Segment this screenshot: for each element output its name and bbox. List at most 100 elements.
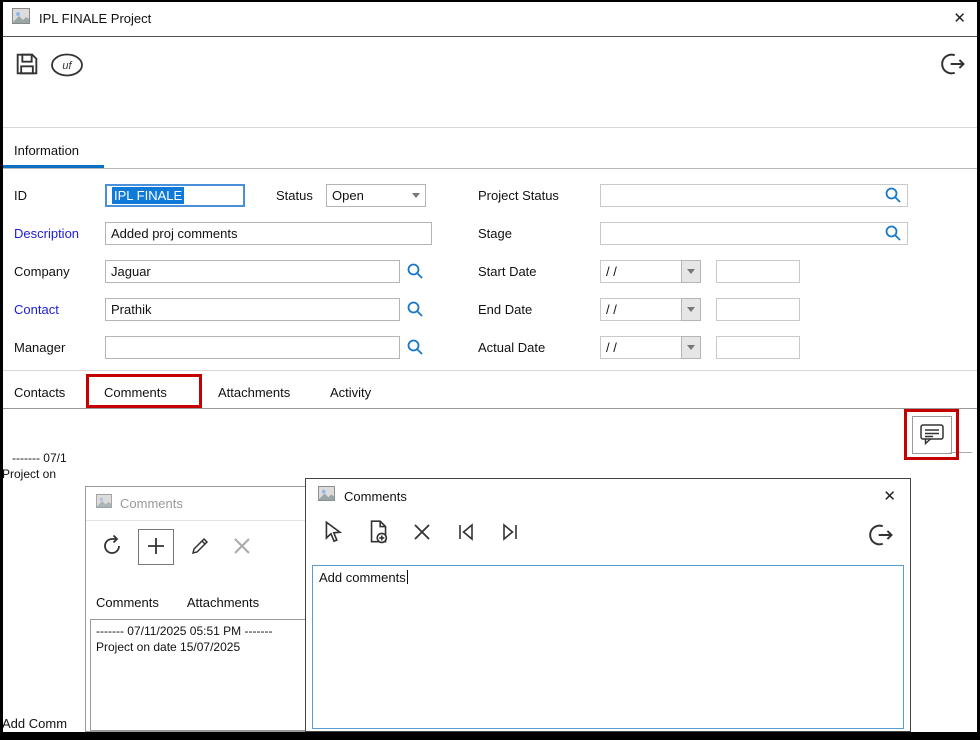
tab-attachments[interactable]: Attachments	[187, 595, 259, 610]
uf-icon: uf	[48, 51, 86, 82]
contact-lookup-button[interactable]	[404, 299, 426, 321]
dialog-title: Comments	[120, 496, 183, 511]
actual-date-dropdown-button[interactable]	[681, 336, 701, 359]
window-title: IPL FINALE Project	[39, 11, 151, 26]
tab-attachments[interactable]: Attachments	[218, 385, 290, 400]
uf-button[interactable]: uf	[48, 52, 86, 80]
nav-last-icon	[497, 520, 523, 547]
start-date-label: Start Date	[478, 264, 537, 279]
tab-comments[interactable]: Comments	[96, 595, 159, 610]
speech-bubble-icon	[919, 422, 945, 449]
add-comment-button[interactable]	[912, 416, 952, 454]
exit-icon	[939, 50, 967, 81]
end-date-label: End Date	[478, 302, 532, 317]
comment-partial-text: Add Comm	[2, 716, 67, 731]
manager-lookup-button[interactable]	[404, 337, 426, 359]
search-icon	[884, 224, 902, 245]
edit-button[interactable]	[184, 531, 216, 563]
contact-label: Contact	[14, 302, 59, 317]
window-image-icon	[12, 8, 30, 29]
status-dropdown[interactable]: Open	[326, 184, 426, 207]
window-image-icon	[318, 486, 335, 506]
close-icon[interactable]: ✕	[883, 487, 896, 505]
stage-label: Stage	[478, 226, 512, 241]
project-status-field[interactable]	[600, 184, 908, 207]
status-label: Status	[276, 188, 313, 203]
add-button[interactable]	[138, 529, 174, 565]
new-record-button[interactable]	[362, 517, 394, 549]
start-date-dropdown-button[interactable]	[681, 260, 701, 283]
comment-partial-text: ------- 07/1	[12, 451, 67, 465]
app-window: IPL FINALE Project ✕ uf Information ID I…	[0, 0, 980, 740]
dialog-tabs: Comments Attachments	[96, 595, 259, 610]
nav-first-icon	[453, 520, 479, 547]
chevron-down-icon	[687, 307, 695, 312]
exit-button[interactable]	[938, 50, 968, 80]
actual-date-aux-field[interactable]	[716, 336, 800, 359]
refresh-icon	[100, 534, 124, 561]
dialog-title: Comments	[344, 489, 407, 504]
window-titlebar: IPL FINALE Project ✕	[0, 0, 980, 37]
id-field[interactable]: IPL FINALE	[105, 184, 245, 207]
delete-button[interactable]	[226, 531, 258, 563]
tab-contacts[interactable]: Contacts	[14, 385, 65, 400]
description-field[interactable]: Added proj comments	[105, 222, 432, 245]
manager-label: Manager	[14, 340, 65, 355]
dialog-toolbar	[318, 517, 526, 549]
end-date-field[interactable]: / /	[600, 298, 682, 321]
delete-button[interactable]	[406, 517, 438, 549]
divider-line	[0, 127, 980, 128]
tab-information[interactable]: Information	[14, 143, 79, 158]
project-status-label: Project Status	[478, 188, 559, 203]
window-image-icon	[96, 494, 112, 513]
comment-text: Add comments	[319, 570, 406, 585]
new-record-icon	[364, 518, 392, 549]
stage-field[interactable]	[600, 222, 908, 245]
stage-lookup-button[interactable]	[882, 223, 904, 245]
select-button[interactable]	[318, 517, 350, 549]
nav-last-button[interactable]	[494, 517, 526, 549]
pencil-icon	[189, 535, 211, 560]
status-value: Open	[332, 188, 364, 203]
search-icon	[884, 186, 902, 207]
save-icon	[13, 50, 41, 81]
comments-dialog-front: Comments ✕ Add comme	[305, 478, 911, 732]
tab-comments[interactable]: Comments	[104, 385, 167, 400]
save-button[interactable]	[12, 50, 42, 80]
description-label: Description	[14, 226, 79, 241]
id-label: ID	[14, 188, 27, 203]
dialog-titlebar: Comments ✕	[306, 479, 910, 513]
start-date-aux-field[interactable]	[716, 260, 800, 283]
start-date-field[interactable]: / /	[600, 260, 682, 283]
divider-line	[0, 408, 980, 409]
close-icon[interactable]: ✕	[953, 9, 966, 27]
tab-activity[interactable]: Activity	[330, 385, 371, 400]
actual-date-label: Actual Date	[478, 340, 545, 355]
exit-icon	[867, 521, 895, 552]
cursor-pointer-icon	[321, 519, 347, 548]
delete-x-icon	[411, 521, 433, 546]
chevron-down-icon	[687, 345, 695, 350]
nav-first-button[interactable]	[450, 517, 482, 549]
project-status-lookup-button[interactable]	[882, 185, 904, 207]
divider-line	[0, 168, 980, 169]
company-lookup-button[interactable]	[404, 261, 426, 283]
list-border-edge	[950, 452, 972, 453]
text-caret	[407, 570, 408, 584]
end-date-dropdown-button[interactable]	[681, 298, 701, 321]
refresh-button[interactable]	[96, 531, 128, 563]
actual-date-field[interactable]: / /	[600, 336, 682, 359]
end-date-aux-field[interactable]	[716, 298, 800, 321]
divider-line	[0, 370, 980, 371]
chevron-down-icon	[412, 193, 420, 198]
company-field[interactable]: Jaguar	[105, 260, 400, 283]
comment-text-area[interactable]: Add comments	[312, 565, 904, 729]
contact-field[interactable]: Prathik	[105, 298, 400, 321]
id-selected-text: IPL FINALE	[112, 187, 184, 204]
comment-partial-text: Project on	[2, 467, 56, 481]
chevron-down-icon	[687, 269, 695, 274]
exit-button[interactable]	[866, 521, 896, 551]
dialog-toolbar	[96, 529, 258, 565]
search-icon	[406, 262, 424, 283]
manager-field[interactable]	[105, 336, 400, 359]
